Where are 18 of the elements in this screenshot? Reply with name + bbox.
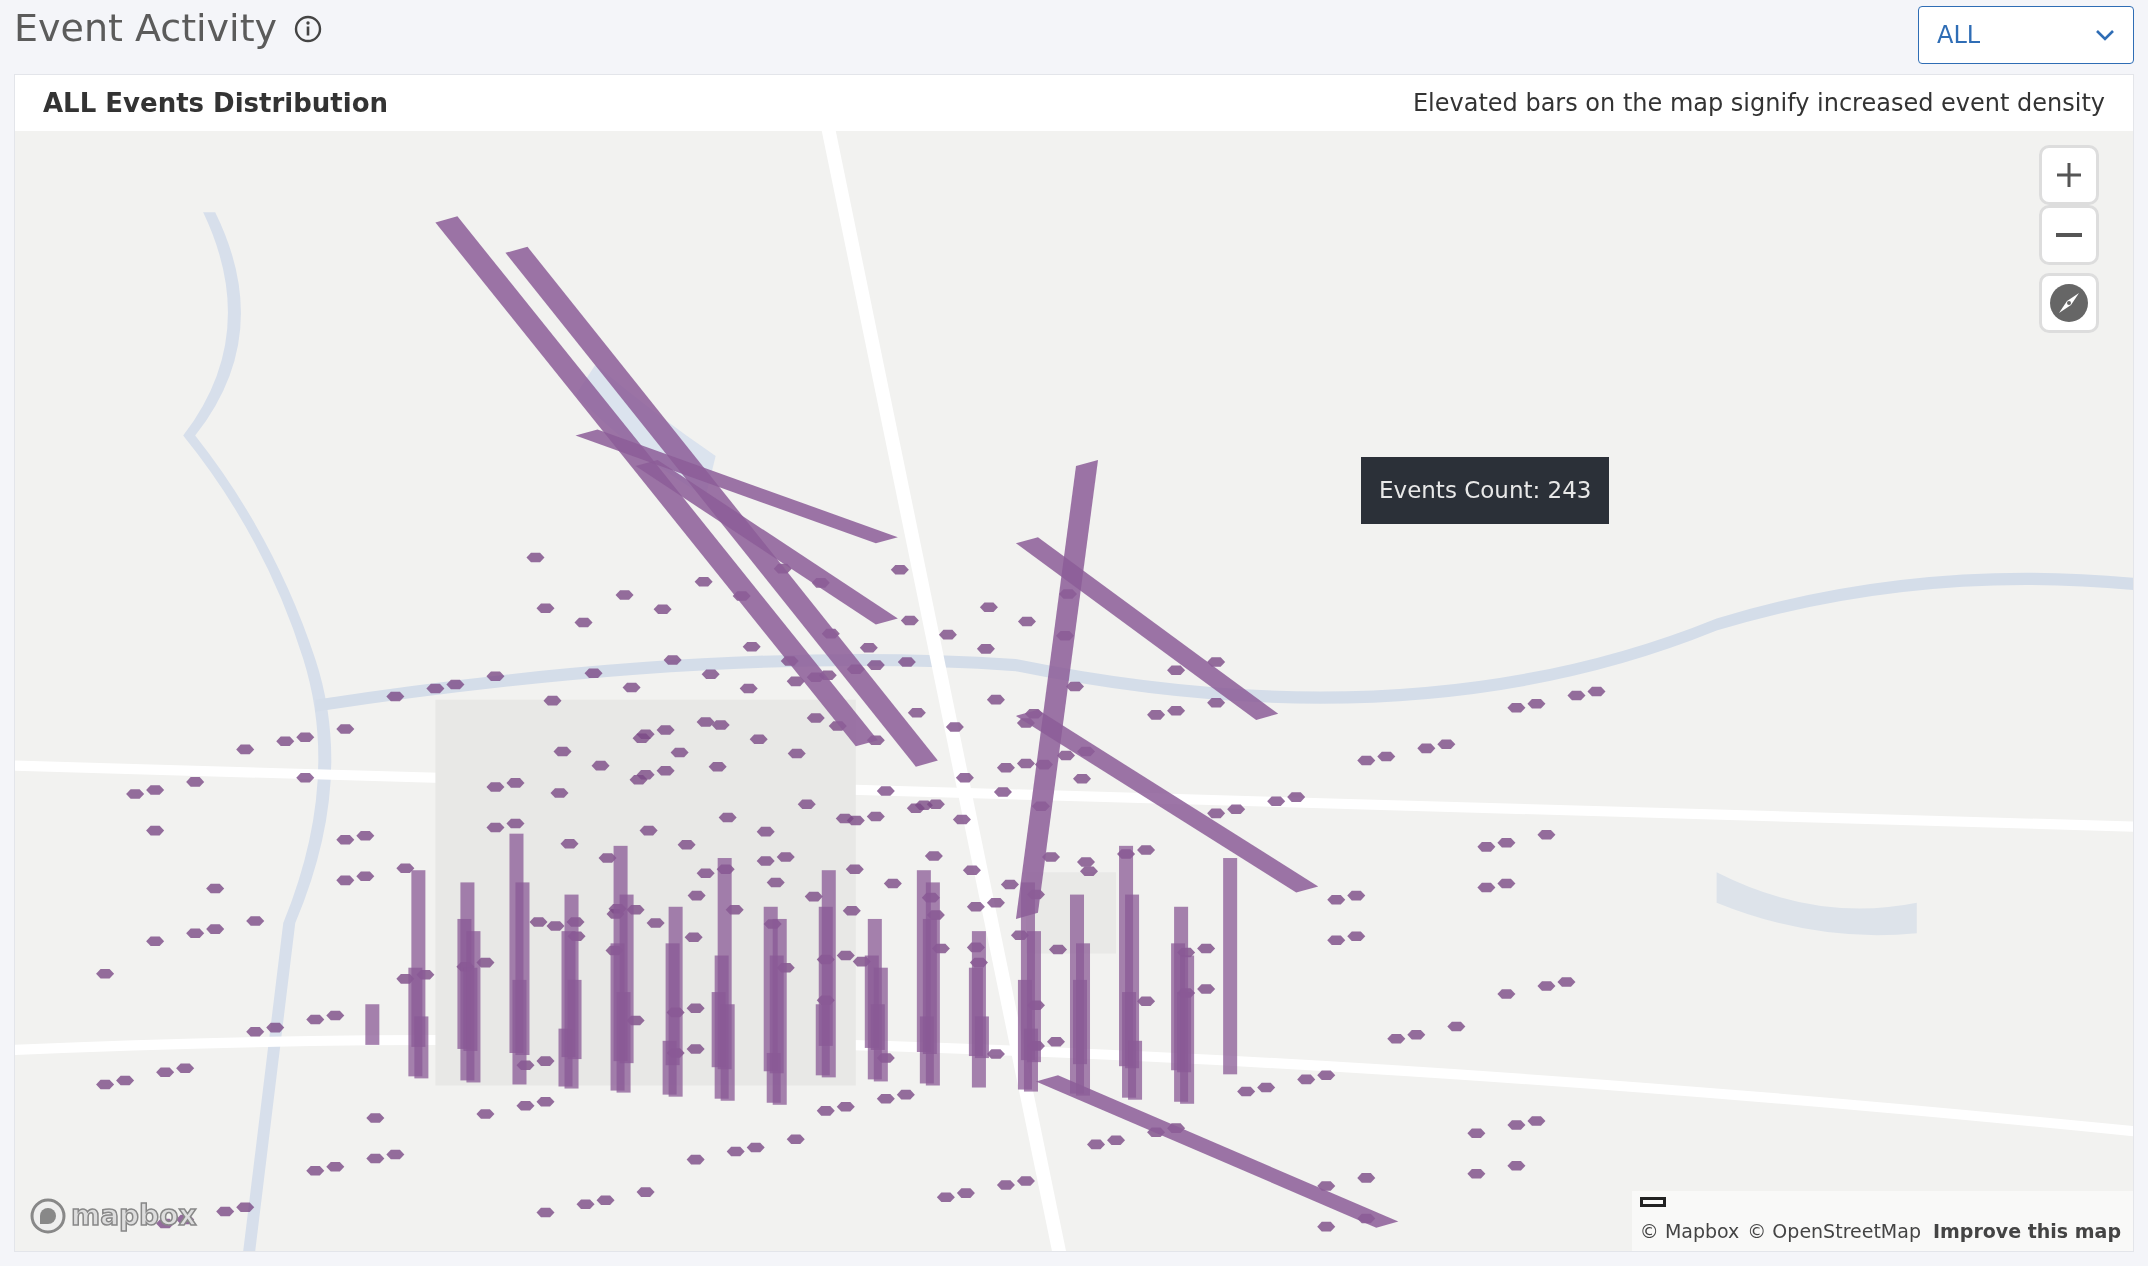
- chevron-icon: [2095, 29, 2115, 41]
- minus-icon: [2056, 233, 2082, 237]
- card-title: ALL Events Distribution: [43, 86, 389, 120]
- scale-bar: [1639, 1196, 1666, 1207]
- attribution-link[interactable]: © Mapbox: [1639, 1216, 1740, 1245]
- compass-button[interactable]: [2039, 273, 2099, 333]
- improve-map-link[interactable]: Improve this map: [1932, 1216, 2121, 1245]
- info-icon[interactable]: [293, 13, 324, 44]
- logo-icon: [29, 1197, 67, 1235]
- compass-icon: [2049, 283, 2089, 323]
- plus-icon: [2054, 160, 2084, 190]
- card-subtitle: Elevated bars on the map signify increased event density: [1412, 88, 2105, 119]
- zoom-out-button[interactable]: [2039, 205, 2099, 265]
- tooltip: Events Count: 243: [1361, 457, 1610, 524]
- page-title: Event Activity: [14, 6, 278, 52]
- zoom-in-button[interactable]: [2039, 145, 2099, 205]
- attribution-link[interactable]: © OpenStreetMap: [1747, 1216, 1921, 1245]
- filter-dropdown[interactable]: ALL: [1918, 6, 2134, 64]
